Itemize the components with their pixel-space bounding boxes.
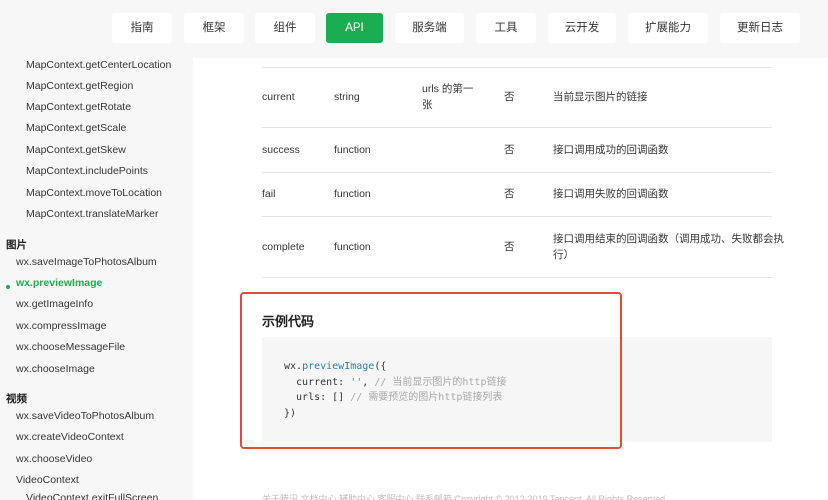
sidebar-category-image[interactable]: 图片 [6, 237, 27, 252]
active-dot-icon [6, 285, 10, 289]
param-desc: 接口调用成功的回调函数 [553, 144, 669, 156]
sidebar-item[interactable]: wx.saveImageToPhotosAlbum [16, 256, 157, 268]
top-nav: 指南 框架 组件 API 服务端 工具 云开发 扩展能力 更新日志 [0, 0, 828, 58]
sidebar-item[interactable]: MapContext.translateMarker [26, 208, 158, 220]
nav-tab-extensions[interactable]: 扩展能力 [628, 13, 708, 43]
table-divider [262, 172, 772, 173]
sidebar-item[interactable]: wx.chooseMessageFile [16, 341, 125, 353]
highlight-annotation-box [240, 292, 622, 449]
sidebar-category-video[interactable]: 视频 [6, 391, 27, 406]
nav-tab-server[interactable]: 服务端 [395, 13, 464, 43]
nav-tab-tools[interactable]: 工具 [476, 13, 536, 43]
param-name: complete [262, 241, 305, 253]
param-name: fail [262, 188, 276, 200]
sidebar-item[interactable]: MapContext.getRegion [26, 80, 133, 92]
nav-tab-guide[interactable]: 指南 [112, 13, 172, 43]
sidebar-item[interactable]: MapContext.getScale [26, 122, 126, 134]
param-required: 否 [504, 241, 515, 253]
param-type: function [334, 144, 371, 156]
sidebar-item[interactable]: wx.getImageInfo [16, 298, 93, 310]
sidebar-item[interactable]: wx.compressImage [16, 320, 106, 332]
sidebar-item-active[interactable]: wx.previewImage [16, 277, 102, 289]
param-desc: 接口调用失败的回调函数 [553, 188, 669, 200]
nav-tab-cloud[interactable]: 云开发 [548, 13, 616, 43]
param-desc: 接口调用结束的回调函数（调用成功、失败都会执 [553, 233, 784, 245]
table-divider [262, 127, 772, 128]
table-divider [262, 67, 772, 68]
param-required: 否 [504, 144, 515, 156]
sidebar-item[interactable]: MapContext.getCenterLocation [26, 59, 171, 71]
param-desc: 当前显示图片的链接 [553, 91, 648, 103]
sidebar-item[interactable]: MapContext.getRotate [26, 101, 131, 113]
param-name: success [262, 144, 300, 156]
sidebar-item[interactable]: wx.chooseImage [16, 363, 95, 375]
param-desc: 行） [553, 249, 574, 261]
sidebar-item[interactable]: MapContext.getSkew [26, 144, 126, 156]
sidebar-item[interactable]: MapContext.includePoints [26, 165, 148, 177]
param-name: current [262, 91, 295, 103]
param-type: function [334, 188, 371, 200]
param-type: function [334, 241, 371, 253]
sidebar-item[interactable]: wx.saveVideoToPhotosAlbum [16, 410, 154, 422]
nav-tab-api[interactable]: API [326, 13, 383, 43]
param-default: 张 [422, 99, 433, 111]
sidebar-item[interactable]: VideoContext.exitFullScreen [26, 492, 158, 500]
sidebar-item[interactable]: wx.createVideoContext [16, 431, 124, 443]
nav-tab-changelog[interactable]: 更新日志 [720, 13, 800, 43]
table-divider [262, 216, 772, 217]
sidebar-item[interactable]: MapContext.moveToLocation [26, 187, 162, 199]
nav-tab-framework[interactable]: 框架 [184, 13, 244, 43]
table-divider [262, 277, 772, 278]
param-type: string [334, 91, 360, 103]
param-required: 否 [504, 188, 515, 200]
sidebar-item[interactable]: VideoContext [16, 474, 79, 486]
footer: 关于腾讯 文档中心 辅助中心 客服中心 联系邮箱 Copyright © 201… [262, 494, 668, 500]
nav-tab-components[interactable]: 组件 [255, 13, 315, 43]
param-required: 否 [504, 91, 515, 103]
sidebar-item[interactable]: wx.chooseVideo [16, 453, 92, 465]
param-default: urls 的第一 [422, 83, 474, 95]
